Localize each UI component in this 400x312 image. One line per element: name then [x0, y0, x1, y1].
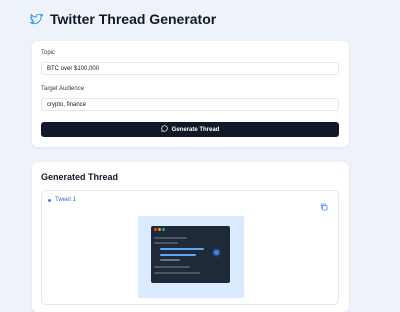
- generated-thread-title: Generated Thread: [41, 172, 119, 182]
- thread-form-card: Topic BTC over $100,000 Target Audience …: [32, 41, 349, 147]
- text-line-graphic: [160, 259, 180, 261]
- topic-input-value: BTC over $100,000: [47, 65, 100, 72]
- tweet-illustration: [138, 216, 244, 298]
- window-dot-icon: [154, 228, 157, 231]
- generate-thread-label: Generate Thread: [171, 126, 220, 133]
- code-window-graphic: [151, 226, 230, 283]
- tweet-number: Tweet 1: [55, 197, 77, 203]
- text-line-graphic: [154, 266, 190, 268]
- copy-icon[interactable]: [320, 198, 328, 216]
- highlight-line-graphic: [160, 248, 204, 250]
- window-dot-icon: [158, 228, 161, 231]
- target-audience-label: Target Audience: [41, 86, 85, 92]
- text-line-graphic: [154, 242, 178, 244]
- window-dot-icon: [162, 228, 165, 231]
- target-audience-input-value: crypto, finance: [47, 101, 87, 108]
- twitter-bird-icon: [30, 13, 43, 25]
- topic-label: Topic: [41, 50, 56, 56]
- app-header: Twitter Thread Generator: [30, 10, 216, 28]
- bullet-dot-icon: [48, 198, 51, 202]
- highlight-line-graphic: [160, 254, 196, 256]
- generated-thread-card: Generated Thread Tweet 1: [32, 162, 349, 312]
- chat-bubble-icon: [161, 125, 168, 134]
- tweet-label: Tweet 1: [48, 197, 76, 203]
- generate-thread-button[interactable]: Generate Thread: [41, 122, 339, 137]
- tweet-card: Tweet 1: [41, 190, 339, 305]
- glow-dot-icon: [214, 250, 219, 255]
- app-title: Twitter Thread Generator: [50, 11, 217, 27]
- text-line-graphic: [154, 237, 187, 239]
- target-audience-input[interactable]: crypto, finance: [41, 98, 339, 111]
- topic-input[interactable]: BTC over $100,000: [41, 62, 339, 75]
- text-line-graphic: [154, 272, 200, 274]
